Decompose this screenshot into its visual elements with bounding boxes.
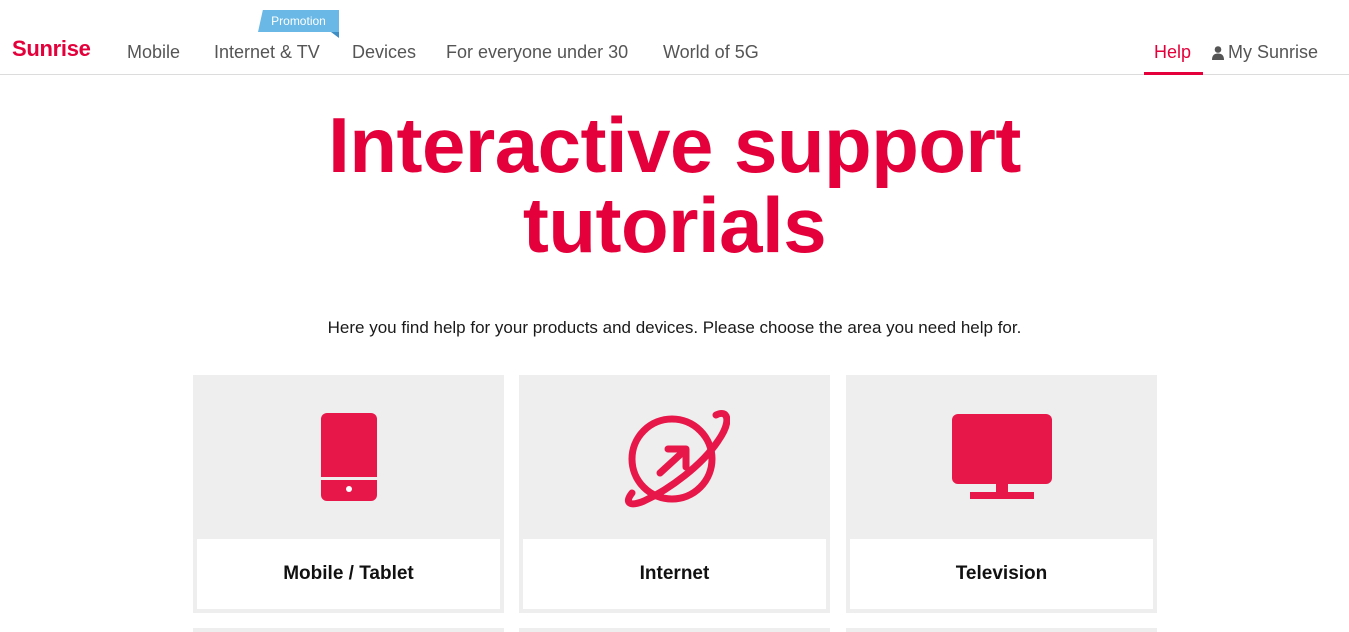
card-icon-area	[846, 375, 1157, 538]
nav-devices[interactable]: Devices	[352, 42, 416, 63]
card-icon-area	[519, 375, 830, 538]
intro-text: Here you find help for your products and…	[327, 318, 1022, 337]
nav-mobile[interactable]: Mobile	[127, 42, 180, 63]
nav-help[interactable]: Help	[1154, 42, 1191, 63]
globe-icon	[624, 409, 730, 507]
card-mobile-tablet[interactable]: Mobile / Tablet	[193, 375, 504, 613]
tv-icon	[951, 413, 1052, 499]
card-row2-partial	[519, 628, 830, 632]
sunrise-logo[interactable]: Sunrise	[12, 36, 91, 62]
help-active-underline	[1144, 72, 1203, 75]
promotion-badge-tail	[331, 32, 339, 38]
nav-everyone-under-30[interactable]: For everyone under 30	[446, 42, 628, 63]
card-internet[interactable]: Internet	[519, 375, 830, 613]
nav-world-of-5g[interactable]: World of 5G	[663, 42, 759, 63]
card-label: Mobile / Tablet	[197, 539, 500, 609]
page-title-line1: Interactive support	[328, 101, 1021, 189]
card-label: Internet	[523, 539, 826, 609]
card-row2-partial	[193, 628, 504, 632]
card-label: Television	[850, 539, 1153, 609]
promotion-badge[interactable]: Promotion	[258, 10, 339, 32]
card-television[interactable]: Television	[846, 375, 1157, 613]
page-title-line2: tutorials	[522, 181, 827, 269]
site-header: Sunrise Mobile Internet & TV Promotion D…	[0, 0, 1349, 75]
page-title: Interactive support tutorials	[0, 105, 1349, 265]
tablet-icon	[320, 412, 377, 501]
user-icon	[1212, 46, 1224, 60]
nav-my-sunrise[interactable]: My Sunrise	[1228, 42, 1318, 63]
card-row2-partial	[846, 628, 1157, 632]
card-icon-area	[193, 375, 504, 538]
nav-internet-tv[interactable]: Internet & TV	[214, 42, 320, 63]
